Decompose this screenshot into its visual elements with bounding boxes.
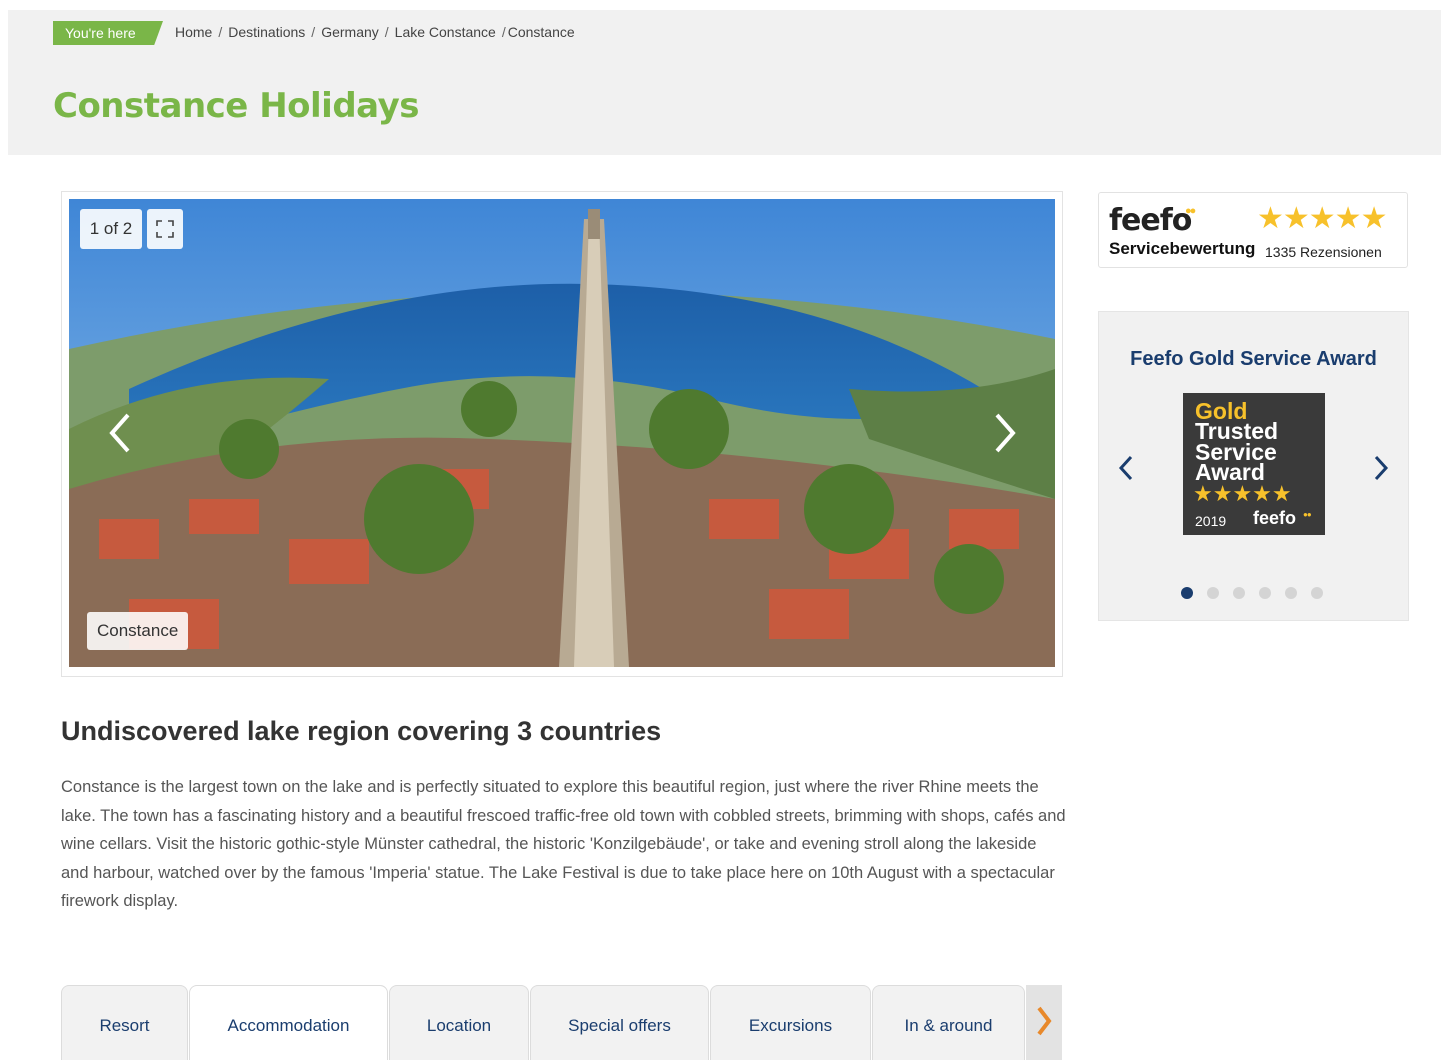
rating-stars: ★★★★★ xyxy=(1257,202,1387,235)
gallery-next-button[interactable] xyxy=(985,408,1025,458)
gallery-caption: Constance xyxy=(87,612,189,650)
badge-stars: ★★★★★ xyxy=(1193,481,1292,506)
chevron-right-icon xyxy=(1037,1006,1052,1036)
pagination-dot[interactable] xyxy=(1233,587,1245,599)
service-rating-label: Servicebewertung xyxy=(1109,239,1256,258)
tabs-next-button[interactable] xyxy=(1026,985,1062,1060)
review-count: 1335 Rezensionen xyxy=(1265,244,1382,260)
pagination-dot[interactable] xyxy=(1285,587,1297,599)
badge-brand-dots: ●● xyxy=(1303,510,1312,519)
award-badge[interactable]: Gold Trusted Service Award ★★★★★ 2019 fe… xyxy=(1183,393,1325,535)
gallery-photo[interactable] xyxy=(69,199,1055,667)
badge-year: 2019 xyxy=(1195,513,1227,529)
chevron-right-icon xyxy=(995,413,1016,453)
feefo-logo-dots: ●● xyxy=(1185,205,1196,217)
award-carousel: Feefo Gold Service Award Gold Trusted Se… xyxy=(1098,311,1409,621)
fullscreen-button[interactable] xyxy=(147,209,183,249)
breadcrumb-germany[interactable]: Germany xyxy=(321,24,379,40)
section-heading: Undiscovered lake region covering 3 coun… xyxy=(61,716,662,746)
tab-location[interactable]: Location xyxy=(389,985,529,1060)
youre-here-label: You're here xyxy=(53,21,163,45)
feefo-rating-widget[interactable]: feefo ●● ★★★★★ Servicebewertung 1335 Rez… xyxy=(1098,192,1408,268)
section-description: Constance is the largest town on the lak… xyxy=(61,778,1066,910)
badge-award-text: Trusted Service Award xyxy=(1195,418,1279,485)
tab-excursions[interactable]: Excursions xyxy=(710,985,871,1060)
pagination-dot[interactable] xyxy=(1207,587,1219,599)
feefo-logo: feefo xyxy=(1109,203,1192,238)
tab-accommodation[interactable]: Accommodation xyxy=(189,985,388,1060)
breadcrumb-separator: / xyxy=(311,24,316,40)
pagination-dot[interactable] xyxy=(1311,587,1323,599)
gallery-counter: 1 of 2 xyxy=(80,209,142,249)
fullscreen-icon xyxy=(156,220,174,238)
award-pagination xyxy=(1181,587,1323,599)
chevron-left-icon xyxy=(109,413,130,453)
award-title: Feefo Gold Service Award xyxy=(1130,348,1377,370)
breadcrumb-separator: / xyxy=(501,24,506,40)
breadcrumb: Home / Destinations / Germany / Lake Con… xyxy=(175,24,575,40)
breadcrumb-lake-constance[interactable]: Lake Constance xyxy=(395,24,496,40)
chevron-right-icon xyxy=(1374,455,1389,481)
breadcrumb-separator: / xyxy=(384,24,389,40)
tab-resort[interactable]: Resort xyxy=(61,985,188,1060)
tab-in-and-around[interactable]: In & around xyxy=(872,985,1025,1060)
breadcrumb-destinations[interactable]: Destinations xyxy=(228,24,305,40)
tab-bar: Resort Accommodation Location Special of… xyxy=(61,985,1062,1060)
award-next-button[interactable] xyxy=(1369,452,1393,484)
breadcrumb-separator: / xyxy=(218,24,223,40)
pagination-dot[interactable] xyxy=(1259,587,1271,599)
page-title: Constance Holidays xyxy=(53,86,419,126)
badge-brand: feefo xyxy=(1253,508,1297,528)
chevron-left-icon xyxy=(1118,455,1133,481)
tab-special-offers[interactable]: Special offers xyxy=(530,985,709,1060)
pagination-dot[interactable] xyxy=(1181,587,1193,599)
breadcrumb-current: Constance xyxy=(507,24,575,40)
image-gallery xyxy=(61,191,1063,677)
award-prev-button[interactable] xyxy=(1114,452,1138,484)
gallery-prev-button[interactable] xyxy=(100,408,140,458)
breadcrumb-home[interactable]: Home xyxy=(175,24,212,40)
